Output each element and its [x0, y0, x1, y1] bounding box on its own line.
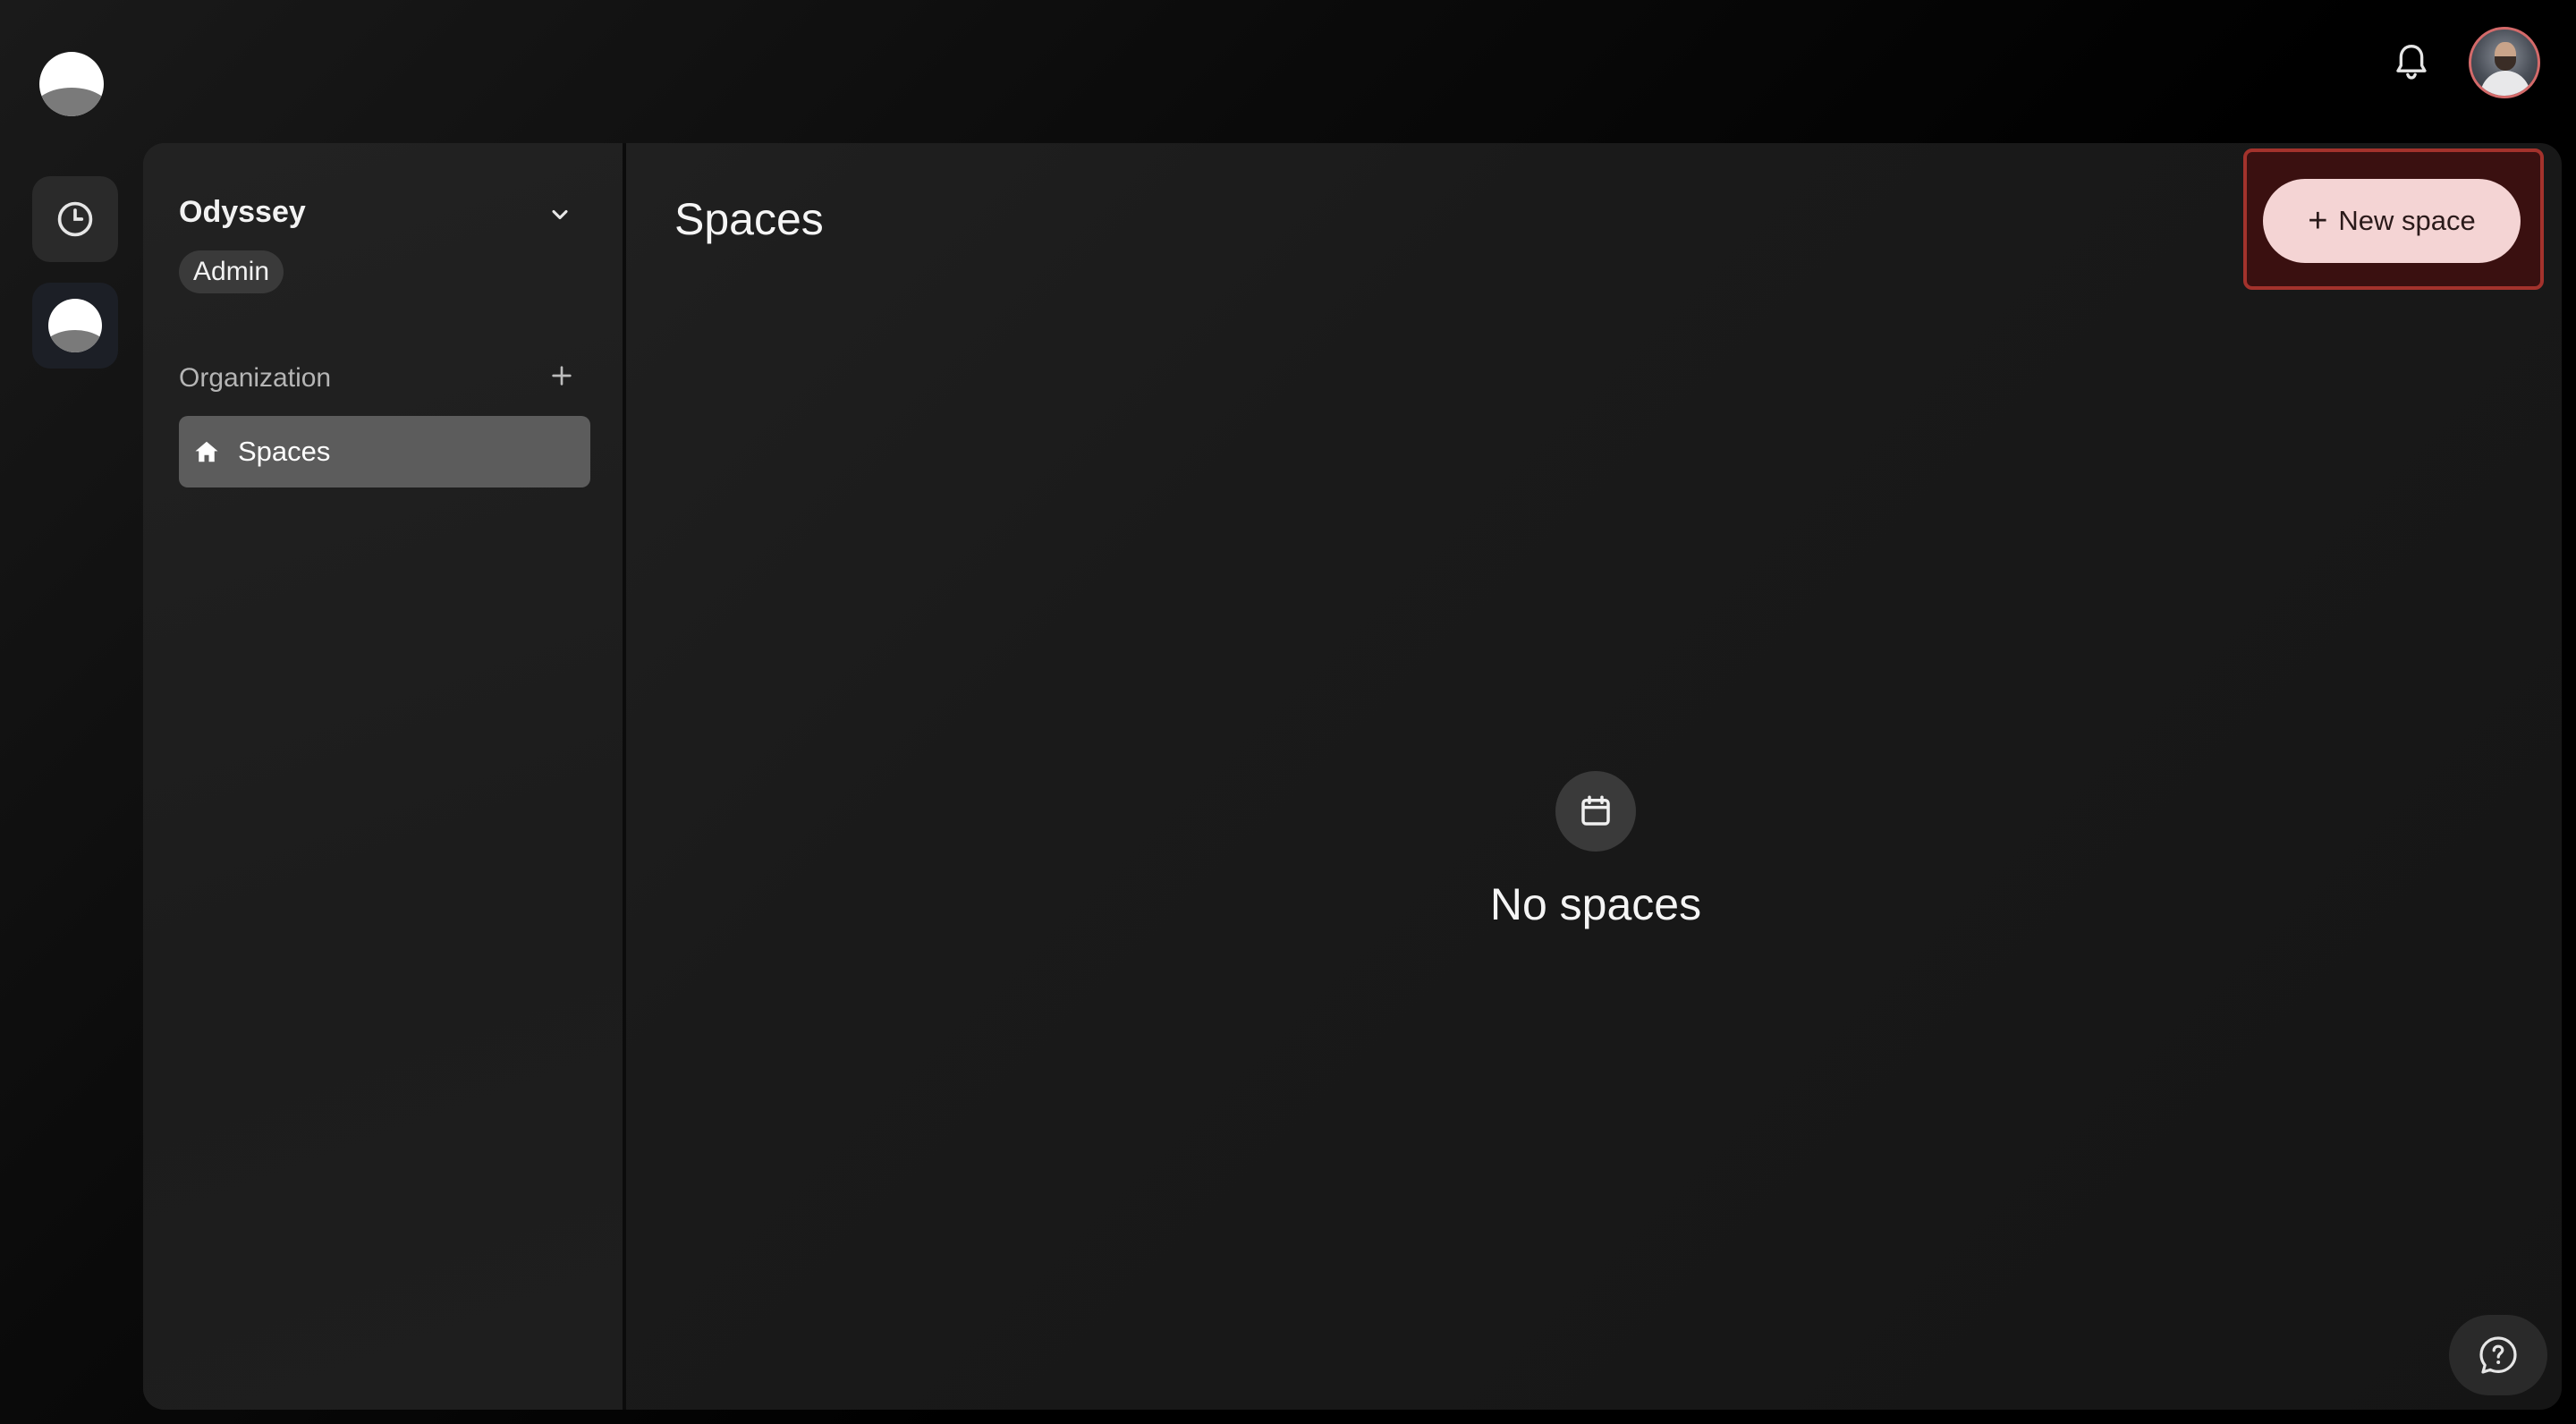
org-sidebar: Odyssey Admin Organization Spaces	[143, 143, 626, 1410]
empty-state-text: No spaces	[1489, 879, 1702, 929]
rail-history-button[interactable]	[32, 176, 118, 262]
role-badge: Admin	[179, 250, 284, 293]
workspace-logo-icon	[48, 299, 102, 352]
sidebar-item-spaces[interactable]: Spaces	[179, 416, 590, 487]
new-space-button[interactable]: + New space	[2263, 179, 2521, 263]
chevron-down-icon[interactable]	[547, 202, 572, 227]
clock-icon	[57, 201, 93, 237]
content-area: Spaces + New space No spaces	[630, 143, 2562, 1410]
calendar-icon	[1581, 795, 1610, 826]
section-label: Organization	[179, 363, 332, 393]
plus-icon[interactable]	[547, 361, 576, 390]
help-icon	[2479, 1336, 2517, 1374]
page-title: Spaces	[674, 194, 824, 244]
plus-icon: +	[2308, 202, 2328, 240]
bell-icon[interactable]	[2394, 43, 2429, 82]
main-panel: Odyssey Admin Organization Spaces Spaces…	[143, 143, 2562, 1410]
empty-state-icon-wrap	[1555, 771, 1636, 852]
app-logo-icon[interactable]	[39, 52, 104, 116]
sidebar-item-label: Spaces	[238, 436, 331, 467]
new-space-highlight: + New space	[2243, 148, 2544, 290]
empty-state: No spaces	[630, 771, 2562, 930]
rail-workspace-button[interactable]	[32, 283, 118, 369]
home-icon	[195, 441, 218, 462]
org-name[interactable]: Odyssey	[179, 195, 306, 230]
new-space-label: New space	[2338, 205, 2476, 236]
user-avatar[interactable]	[2469, 27, 2540, 98]
help-button[interactable]	[2449, 1315, 2547, 1395]
app-root: Odyssey Admin Organization Spaces Spaces…	[0, 0, 2576, 1424]
